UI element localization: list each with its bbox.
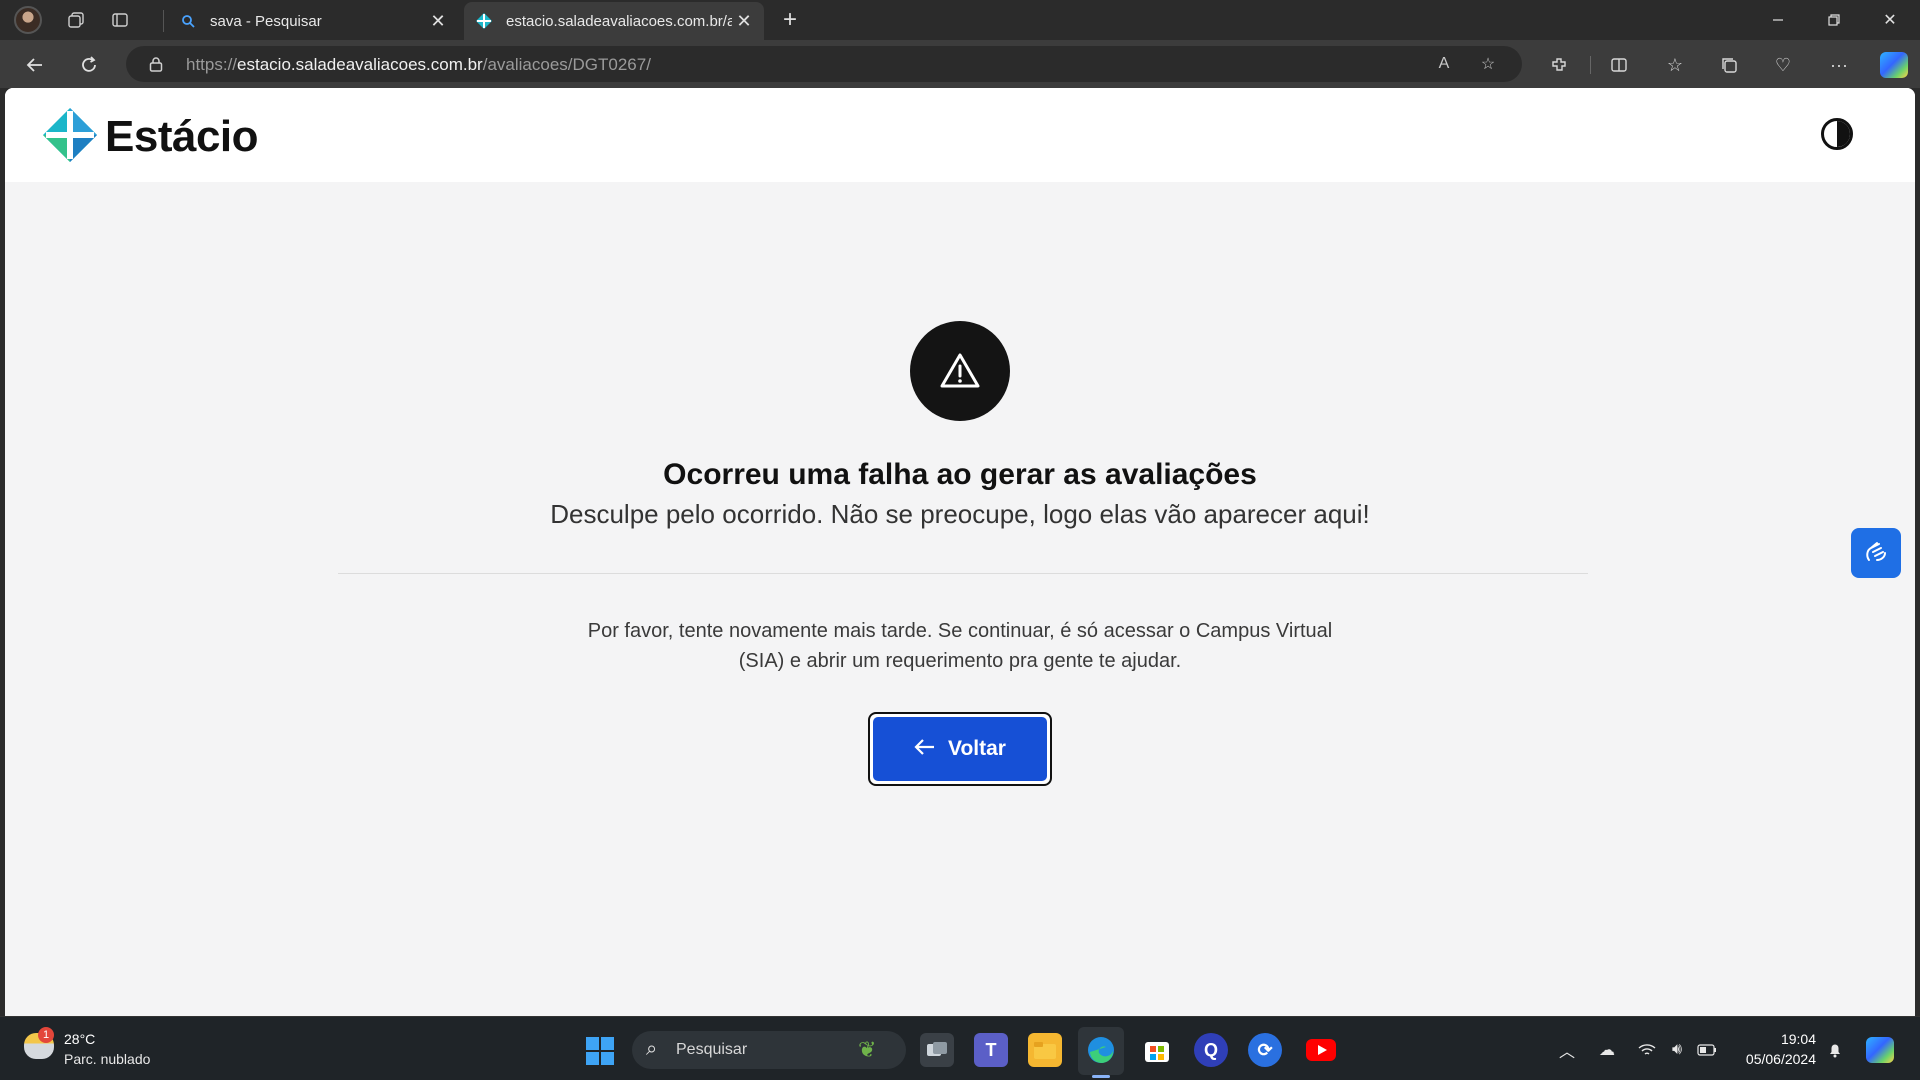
help-text: Por favor, tente novamente mais tarde. S… xyxy=(587,620,1333,672)
web-page: Estácio Ocorreu uma falha ao gerar as av… xyxy=(5,88,1915,1016)
lock-icon[interactable] xyxy=(146,54,166,74)
estacio-logo-icon[interactable] xyxy=(43,108,97,162)
volume-icon[interactable]: 🔊︎ xyxy=(1666,1039,1688,1061)
task-view-icon[interactable] xyxy=(920,1033,954,1067)
workspaces-icon[interactable] xyxy=(62,6,90,34)
teams-icon[interactable]: T xyxy=(974,1033,1008,1067)
estacio-favicon xyxy=(476,13,492,29)
refresh-icon[interactable] xyxy=(72,48,106,82)
copilot-icon[interactable] xyxy=(1866,1037,1894,1063)
clock-time[interactable]: 19:04 xyxy=(1740,1031,1816,1047)
microsoft-store-icon[interactable] xyxy=(1140,1033,1174,1067)
battery-icon[interactable] xyxy=(1696,1039,1718,1061)
weather-desc[interactable]: Parc. nublado xyxy=(64,1051,150,1067)
active-app-indicator xyxy=(1092,1075,1110,1078)
more-menu-icon[interactable]: ··· xyxy=(1824,50,1854,80)
url-host: estacio.saladeavaliacoes.com.br xyxy=(237,55,483,74)
taskbar-search[interactable]: ⌕ Pesquisar ❦ xyxy=(632,1031,906,1069)
sign-language-icon[interactable] xyxy=(1851,528,1901,578)
taskbar-search-label: Pesquisar xyxy=(676,1041,748,1058)
notification-bell-icon[interactable] xyxy=(1824,1039,1846,1061)
search-highlight-icon: ❦ xyxy=(858,1037,877,1062)
error-subtitle: Desculpe pelo ocorrido. Não se preocupe,… xyxy=(550,499,1370,529)
arrow-left-icon xyxy=(914,736,936,762)
divider xyxy=(338,573,1588,574)
profile-avatar[interactable] xyxy=(14,6,42,34)
tab-estacio[interactable]: estacio.saladeavaliacoes.com.br/a ✕ xyxy=(464,2,764,40)
read-aloud-label: A xyxy=(1438,55,1450,72)
toolbar-separator xyxy=(1590,56,1591,74)
tab-title: sava - Pesquisar xyxy=(210,12,322,30)
clock-date[interactable]: 05/06/2024 xyxy=(1720,1051,1816,1067)
browser-tab-bar: sava - Pesquisar ✕ estacio.saladeavaliac… xyxy=(0,0,1920,40)
minimize-icon[interactable] xyxy=(1750,0,1806,40)
url-path: /avaliacoes/DGT0267/ xyxy=(482,55,651,74)
back-arrow-icon[interactable] xyxy=(18,48,52,82)
search-icon xyxy=(180,13,196,29)
tab-separator xyxy=(163,10,164,32)
warning-icon xyxy=(910,321,1010,421)
favorite-star-icon[interactable]: ☆ xyxy=(1476,52,1500,76)
browser-essentials-icon[interactable]: ♡ xyxy=(1768,50,1798,80)
url-scheme: https:// xyxy=(186,55,238,74)
site-header: Estácio xyxy=(5,88,1915,182)
collections-icon[interactable] xyxy=(1714,50,1744,80)
split-screen-icon[interactable] xyxy=(1604,50,1634,80)
back-button[interactable]: Voltar xyxy=(868,712,1052,786)
onedrive-icon[interactable]: ☁ xyxy=(1596,1039,1618,1061)
sync-app-icon[interactable]: ⟳ xyxy=(1248,1033,1282,1067)
windows-taskbar: 1 28°C Parc. nublado ⌕ Pesquisar ❦ T Q ⟳… xyxy=(0,1016,1920,1080)
favorites-icon[interactable]: ☆ xyxy=(1660,50,1690,80)
wifi-icon[interactable] xyxy=(1636,1039,1658,1061)
youtube-icon[interactable] xyxy=(1304,1033,1338,1067)
close-tab-icon[interactable]: ✕ xyxy=(732,9,756,33)
weather-badge: 1 xyxy=(38,1027,54,1043)
edge-icon[interactable] xyxy=(1084,1033,1118,1067)
address-bar[interactable]: https://estacio.saladeavaliacoes.com.br/… xyxy=(126,46,1522,82)
close-window-icon[interactable]: ✕ xyxy=(1862,0,1918,40)
copilot-icon[interactable] xyxy=(1880,52,1908,78)
file-explorer-icon[interactable] xyxy=(1028,1033,1062,1067)
tab-actions-icon[interactable] xyxy=(106,6,134,34)
restore-icon[interactable] xyxy=(1806,0,1862,40)
browser-toolbar: https://estacio.saladeavaliacoes.com.br/… xyxy=(0,40,1920,88)
brand-name[interactable]: Estácio xyxy=(105,112,259,162)
contrast-toggle-icon[interactable] xyxy=(1821,118,1853,150)
url-text: https://estacio.saladeavaliacoes.com.br/… xyxy=(186,55,651,75)
new-tab-icon[interactable]: + xyxy=(776,6,804,34)
close-tab-icon[interactable]: ✕ xyxy=(426,9,450,33)
back-button-body[interactable]: Voltar xyxy=(873,717,1047,781)
chevron-up-icon[interactable]: ︿ xyxy=(1556,1039,1578,1061)
back-button-label: Voltar xyxy=(948,737,1006,760)
start-windows-icon[interactable] xyxy=(586,1037,614,1065)
error-title: Ocorreu uma falha ao gerar as avaliações xyxy=(663,458,1257,491)
tab-search[interactable]: sava - Pesquisar ✕ xyxy=(168,2,458,40)
search-icon: ⌕ xyxy=(646,1038,658,1060)
search-app-icon[interactable]: Q xyxy=(1194,1033,1228,1067)
extensions-icon[interactable] xyxy=(1544,50,1574,80)
tab-title: estacio.saladeavaliacoes.com.br/a xyxy=(506,12,732,30)
weather-temp[interactable]: 28°C xyxy=(64,1031,95,1047)
read-aloud-icon[interactable]: A xyxy=(1432,52,1456,76)
